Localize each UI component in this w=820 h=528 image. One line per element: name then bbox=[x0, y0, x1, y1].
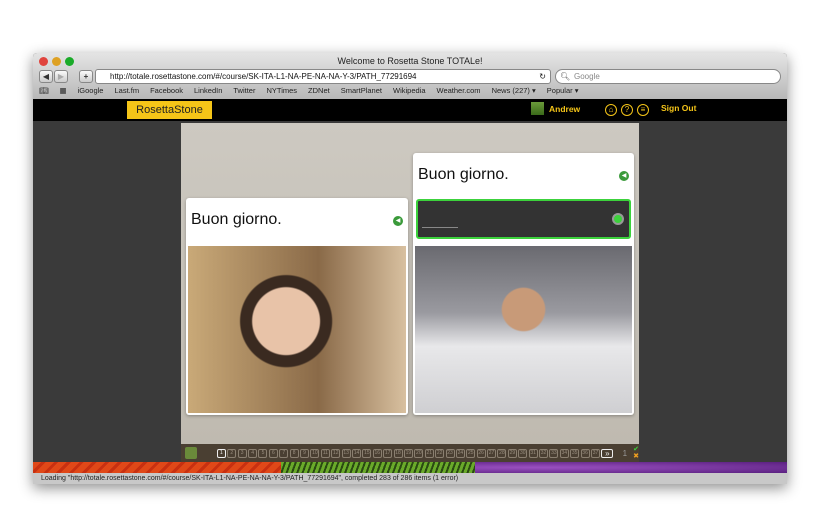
bookmark[interactable]: ZDNet bbox=[308, 86, 330, 95]
right-phrase: Buon giorno. bbox=[418, 166, 509, 183]
avatar bbox=[531, 102, 544, 115]
score-icon: 1 bbox=[622, 448, 628, 458]
next-page-button[interactable]: » bbox=[601, 448, 614, 458]
speaker-icon[interactable]: ◀ bbox=[619, 171, 629, 181]
microphone-indicator-icon bbox=[612, 213, 624, 225]
left-card[interactable]: Buon giorno. ◀ bbox=[186, 198, 408, 415]
bookmark[interactable]: LinkedIn bbox=[194, 86, 222, 95]
lesson-navigation: 1 2 3 4 5 6 7 8 9 10 11 12 13 14 15 16 17 18 19 20 21 22 23 24 2… bbox=[181, 444, 639, 462]
page-button[interactable]: 37 bbox=[590, 448, 600, 458]
address-bar[interactable]: http://totale.rosettastone.com/#/course/… bbox=[95, 69, 551, 84]
page-button[interactable]: 11 bbox=[320, 448, 330, 458]
lesson-panel: Buon giorno. ◀ Buon giorno. ◀ bbox=[181, 123, 639, 444]
page-button[interactable]: 17 bbox=[383, 448, 393, 458]
speaker-icon[interactable]: ◀ bbox=[393, 216, 403, 226]
page-button[interactable]: 9 bbox=[300, 448, 310, 458]
browser-window: Welcome to Rosetta Stone TOTALe! ◀ ▶ + h… bbox=[33, 53, 787, 484]
page-button[interactable]: 27 bbox=[487, 448, 497, 458]
user-name: Andrew bbox=[549, 103, 581, 114]
page-button[interactable]: 21 bbox=[424, 448, 434, 458]
page-button[interactable]: 7 bbox=[279, 448, 289, 458]
page-buttons: 1 2 3 4 5 6 7 8 9 10 11 12 13 14 15 16 17 18 19 20 21 22 23 24 2… bbox=[216, 448, 601, 458]
stripe-purple bbox=[475, 462, 787, 473]
left-phrase: Buon giorno. bbox=[191, 211, 282, 228]
page-button[interactable]: 5 bbox=[258, 448, 268, 458]
page-button[interactable]: 32 bbox=[539, 448, 549, 458]
search-icon: 🔍︎ bbox=[560, 72, 571, 81]
bookmark[interactable]: iGoogle bbox=[78, 86, 104, 95]
page-button[interactable]: 1 bbox=[216, 448, 226, 458]
page-button[interactable]: 34 bbox=[559, 448, 569, 458]
bookmark-folder-popular[interactable]: Popular ▾ bbox=[547, 86, 579, 95]
bookmark[interactable]: Wikipedia bbox=[393, 86, 426, 95]
page-button[interactable]: 35 bbox=[570, 448, 580, 458]
page-button[interactable]: 25 bbox=[466, 448, 476, 458]
bookmark-folder-news[interactable]: News (227) ▾ bbox=[492, 86, 536, 95]
page-button[interactable]: 20 bbox=[414, 448, 424, 458]
bookmarks-bar: 📖︎ ▦ iGoogle Last.fm Facebook LinkedIn Tw… bbox=[39, 86, 578, 95]
page-button[interactable]: 30 bbox=[518, 448, 528, 458]
speech-settings-icon[interactable] bbox=[185, 447, 197, 459]
page-button[interactable]: 36 bbox=[580, 448, 590, 458]
page-button[interactable]: 23 bbox=[445, 448, 455, 458]
page-button[interactable]: 28 bbox=[497, 448, 507, 458]
home-icon[interactable]: ⌂ bbox=[605, 104, 617, 116]
help-icon[interactable]: ? bbox=[621, 104, 633, 116]
page-button[interactable]: 8 bbox=[289, 448, 299, 458]
page-button[interactable]: 26 bbox=[476, 448, 486, 458]
reading-list-icon[interactable]: 📖︎ bbox=[39, 86, 49, 95]
page-button[interactable]: 18 bbox=[393, 448, 403, 458]
page-button[interactable]: 24 bbox=[455, 448, 465, 458]
stripe-orange bbox=[33, 462, 281, 473]
correct-icon: ✔ ✖ bbox=[633, 446, 639, 460]
back-button[interactable]: ◀ bbox=[39, 70, 53, 83]
man-with-hat-photo bbox=[415, 246, 632, 413]
page-button[interactable]: 12 bbox=[331, 448, 341, 458]
progress-stripe bbox=[33, 462, 787, 473]
page-button[interactable]: 22 bbox=[435, 448, 445, 458]
page-button[interactable]: 14 bbox=[351, 448, 361, 458]
bookmark[interactable]: Twitter bbox=[233, 86, 255, 95]
title-bar: Welcome to Rosetta Stone TOTALe! ◀ ▶ + h… bbox=[33, 53, 787, 99]
menu-icon[interactable]: ≡ bbox=[637, 104, 649, 116]
page-button[interactable]: 13 bbox=[341, 448, 351, 458]
add-bookmark-button[interactable]: + bbox=[79, 70, 93, 83]
bookmark[interactable]: SmartPlanet bbox=[341, 86, 382, 95]
page-button[interactable]: 2 bbox=[227, 448, 237, 458]
bookmark[interactable]: Last.fm bbox=[114, 86, 139, 95]
speech-input[interactable] bbox=[416, 199, 631, 239]
page-button[interactable]: 33 bbox=[549, 448, 559, 458]
search-input[interactable]: 🔍︎ Google bbox=[555, 69, 781, 84]
app-header: RosettaStone Andrew ⌂ ? ≡ Sign Out bbox=[33, 99, 787, 121]
window-title: Welcome to Rosetta Stone TOTALe! bbox=[337, 56, 483, 66]
page-button[interactable]: 16 bbox=[372, 448, 382, 458]
page-button[interactable]: 31 bbox=[528, 448, 538, 458]
url-text: http://totale.rosettastone.com/#/course/… bbox=[110, 72, 417, 81]
rosetta-stone-logo: RosettaStone bbox=[127, 101, 212, 119]
reload-icon[interactable]: ↻ bbox=[539, 70, 546, 83]
stripe-green bbox=[281, 462, 475, 473]
page-button[interactable]: 3 bbox=[237, 448, 247, 458]
page-button[interactable]: 6 bbox=[268, 448, 278, 458]
top-sites-icon[interactable]: ▦ bbox=[60, 86, 67, 95]
woman-waving-photo bbox=[188, 246, 406, 413]
bookmark[interactable]: Facebook bbox=[150, 86, 183, 95]
status-bar: Loading "http://totale.rosettastone.com/… bbox=[33, 473, 787, 484]
page-button[interactable]: 19 bbox=[403, 448, 413, 458]
page-button[interactable]: 4 bbox=[248, 448, 258, 458]
right-card[interactable]: Buon giorno. ◀ bbox=[413, 153, 634, 415]
incorrect-icon: ✖ bbox=[633, 453, 639, 460]
forward-button[interactable]: ▶ bbox=[54, 70, 68, 83]
bookmark[interactable]: Weather.com bbox=[437, 86, 481, 95]
page-button[interactable]: 10 bbox=[310, 448, 320, 458]
search-placeholder: Google bbox=[574, 72, 600, 81]
page-button[interactable]: 29 bbox=[507, 448, 517, 458]
input-underline bbox=[422, 227, 458, 228]
page-button[interactable]: 15 bbox=[362, 448, 372, 458]
bookmark[interactable]: NYTimes bbox=[266, 86, 297, 95]
sign-out-link[interactable]: Sign Out bbox=[661, 103, 696, 113]
user-profile[interactable]: Andrew bbox=[531, 102, 580, 115]
